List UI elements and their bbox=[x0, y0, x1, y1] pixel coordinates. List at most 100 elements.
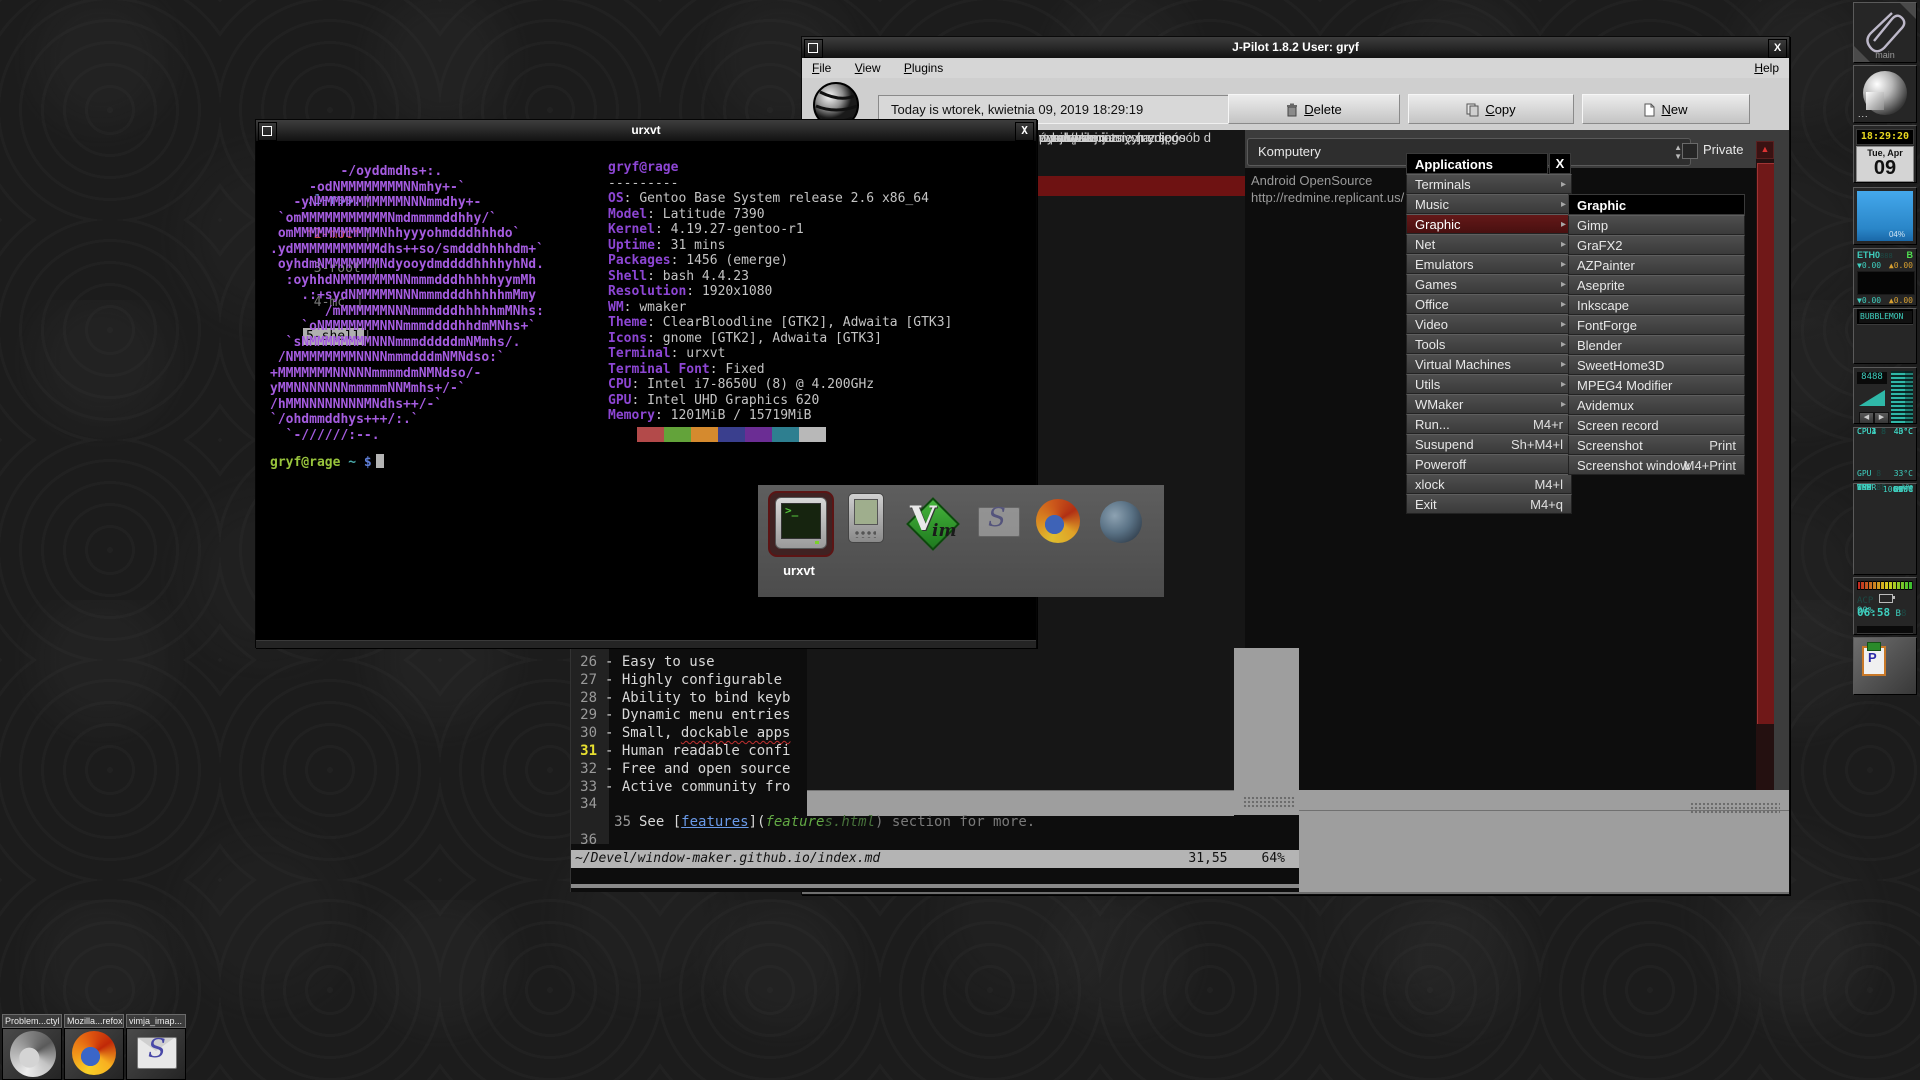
menu-item[interactable]: Video▸ bbox=[1406, 314, 1572, 334]
menu-item[interactable]: Net▸ bbox=[1406, 234, 1572, 254]
palm-pda-icon[interactable] bbox=[848, 493, 884, 543]
terminal-resizebar[interactable] bbox=[256, 640, 1036, 648]
menu-file[interactable]: File bbox=[802, 58, 841, 75]
dock-lcd-monitors[interactable]: X88888888 MOCP88888 BUBBLEMON bbox=[1853, 308, 1917, 364]
menu-item[interactable]: Games▸ bbox=[1406, 274, 1572, 294]
globe-browser-icon[interactable] bbox=[1100, 501, 1142, 543]
jpilot-titlebar[interactable]: J-Pilot 1.8.2 User: gryf X bbox=[802, 37, 1789, 59]
menu-item[interactable]: SusupendSh+M4+l bbox=[1406, 434, 1572, 454]
menu-item[interactable]: Avidemux bbox=[1568, 395, 1745, 415]
menu-item[interactable]: Virtual Machines▸ bbox=[1406, 354, 1572, 374]
vim-window-resizebar[interactable] bbox=[571, 884, 1299, 888]
menu-item[interactable]: SweetHome3D bbox=[1568, 355, 1745, 375]
menu-item[interactable]: Screen record bbox=[1568, 415, 1745, 435]
dock-gnustep-app[interactable]: ... bbox=[1853, 65, 1917, 123]
menu-item[interactable]: xlockM4+l bbox=[1406, 474, 1572, 494]
menu-help[interactable]: Help bbox=[1744, 58, 1789, 75]
menu-item[interactable]: Blender bbox=[1568, 335, 1745, 355]
shell-prompt[interactable]: gryf@rage ~ $ bbox=[270, 454, 384, 470]
jpilot-scrollbar[interactable]: ▲ bbox=[1756, 141, 1774, 790]
neofetch-info-line: --------- bbox=[608, 176, 1028, 192]
menu-item[interactable]: Tools▸ bbox=[1406, 334, 1572, 354]
menu-item[interactable]: FontForge bbox=[1568, 315, 1745, 335]
miniwindow-mozilla-firefox[interactable]: Mozilla...refox bbox=[64, 1014, 124, 1080]
neofetch-info-line: WM: wmaker bbox=[608, 300, 1028, 316]
palette-swatch bbox=[718, 427, 745, 442]
terminal-miniaturize-button[interactable] bbox=[258, 122, 277, 141]
applications-menu-title[interactable]: Applications bbox=[1406, 153, 1548, 174]
copy-button[interactable]: Copy bbox=[1408, 94, 1574, 124]
miniwindow-problem[interactable]: Problem...ctyl bbox=[2, 1014, 62, 1080]
dock-clip[interactable]: main bbox=[1853, 2, 1917, 63]
menu-item[interactable]: ExitM4+q bbox=[1406, 494, 1572, 514]
jpilot-close-button[interactable]: X bbox=[1768, 39, 1787, 58]
menu-view[interactable]: View bbox=[845, 58, 891, 75]
private-checkbox[interactable] bbox=[1682, 143, 1698, 159]
jpilot-miniaturize-button[interactable] bbox=[804, 39, 823, 58]
menu-item[interactable]: AZPainter bbox=[1568, 255, 1745, 275]
mixer-prev-button[interactable]: ◀ bbox=[1859, 412, 1874, 424]
palette-swatch bbox=[799, 427, 826, 442]
applications-menu-items: Terminals▸ Music▸ Graphic▸ Net▸ Emulator… bbox=[1406, 174, 1572, 514]
submenu-arrow-icon: ▸ bbox=[1561, 195, 1566, 215]
menu-item[interactable]: Emulators▸ bbox=[1406, 254, 1572, 274]
submenu-arrow-icon: ▸ bbox=[1561, 215, 1566, 235]
menu-item[interactable]: Terminals▸ bbox=[1406, 174, 1572, 194]
palette-swatch bbox=[664, 427, 691, 442]
vim-line-36[interactable]: 36 bbox=[571, 832, 605, 850]
dock-weather-monitor[interactable]: EPWR 2300 TMP 888°C DEW 882°C PRS 1009hP… bbox=[1853, 483, 1917, 575]
menu-item[interactable]: Run...M4+r bbox=[1406, 414, 1572, 434]
terminal-tabbar: .1-rss.| *2-moc*| 3-root | 4-mc | 5-shel… bbox=[256, 141, 1036, 158]
menu-item[interactable]: WMaker▸ bbox=[1406, 394, 1572, 414]
jpilot-window-title: J-Pilot 1.8.2 User: gryf bbox=[1232, 40, 1359, 54]
scroll-up-icon[interactable]: ▲ bbox=[1756, 141, 1774, 159]
combo-spinner-icon[interactable]: ▲▼ bbox=[1674, 143, 1682, 161]
features-link[interactable]: features bbox=[681, 814, 748, 830]
menu-item[interactable]: Graphic▸ bbox=[1406, 214, 1572, 234]
menu-item[interactable]: Poweroff bbox=[1406, 454, 1572, 474]
scroll-percent: 64% bbox=[1262, 850, 1285, 868]
calendar: Tue, Apr 09 bbox=[1856, 146, 1914, 182]
menu-item[interactable]: Utils▸ bbox=[1406, 374, 1572, 394]
dock-jpilot-appicon[interactable]: P bbox=[1853, 637, 1917, 695]
vim-line-35[interactable]: 35See [features](features.html) section … bbox=[605, 814, 1035, 830]
vim-window[interactable]: 26- Easy to use 27- Highly configurable … bbox=[570, 648, 1299, 892]
mixer-next-button[interactable]: ▶ bbox=[1874, 412, 1889, 424]
menu-item[interactable]: Screenshot windowM4+Print bbox=[1568, 455, 1745, 475]
miniaturize-icon bbox=[808, 43, 818, 53]
vim-icon[interactable]: V im bbox=[906, 497, 956, 547]
miniwindow-label: vimja_imap... bbox=[126, 1014, 186, 1028]
miniwindow-label: Problem...ctyl bbox=[2, 1014, 62, 1028]
menu-close-button[interactable]: X bbox=[1549, 153, 1571, 174]
dock-meter-app[interactable]: 04% bbox=[1853, 187, 1917, 245]
menu-item[interactable]: Office▸ bbox=[1406, 294, 1572, 314]
delete-button[interactable]: Delete bbox=[1228, 94, 1400, 124]
menu-item[interactable]: Inkscape bbox=[1568, 295, 1745, 315]
menu-item[interactable]: ScreenshotPrint bbox=[1568, 435, 1745, 455]
miniwindow-vimja-imap[interactable]: vimja_imap... S bbox=[126, 1014, 186, 1080]
menu-plugins[interactable]: Plugins bbox=[894, 58, 953, 75]
terminal-titlebar[interactable]: urxvt X bbox=[256, 120, 1036, 142]
dock-temperature-monitor[interactable]: CPU1 843°C CPU2 843°C CPU3 843°C CPU4 84… bbox=[1853, 427, 1917, 481]
menu-item[interactable]: Aseprite bbox=[1568, 275, 1745, 295]
neofetch-info-line: OS: Gentoo Base System release 2.6 x86_6… bbox=[608, 191, 1028, 207]
menu-item[interactable]: Music▸ bbox=[1406, 194, 1572, 214]
urxvt-terminal-icon[interactable]: >_ bbox=[775, 497, 827, 549]
terminal-close-button[interactable]: X bbox=[1015, 122, 1034, 141]
dock-network-monitor[interactable]: ETH0888B ▼0.00▲0.00 ▼0.00▲0.00 bbox=[1853, 248, 1917, 306]
resize-grip[interactable] bbox=[1690, 802, 1780, 814]
dock-battery-monitor[interactable]: ACP 90% 06:58 B8 bbox=[1853, 577, 1917, 635]
firefox-icon[interactable] bbox=[1036, 499, 1080, 543]
menu-item[interactable]: GraFX2 bbox=[1568, 235, 1745, 255]
neofetch-info-line: Terminal Font: Fixed bbox=[608, 362, 1028, 378]
dock-mixer-app[interactable]: 8488 ◀ ▶ bbox=[1853, 367, 1917, 424]
scrollbar-thumb[interactable] bbox=[1757, 163, 1774, 724]
resize-grip[interactable] bbox=[1243, 796, 1295, 808]
jpilot-menubar: File View Plugins Help bbox=[802, 58, 1789, 79]
dock-clock-app[interactable]: 18:29:20 Tue, Apr 09 bbox=[1853, 125, 1917, 183]
mail-disabled-icon[interactable]: S bbox=[974, 497, 1024, 547]
menu-item[interactable]: MPEG4 Modifier bbox=[1568, 375, 1745, 395]
graphic-submenu-title[interactable]: Graphic bbox=[1568, 194, 1745, 215]
new-button[interactable]: New bbox=[1582, 94, 1750, 124]
menu-item[interactable]: Gimp bbox=[1568, 215, 1745, 235]
